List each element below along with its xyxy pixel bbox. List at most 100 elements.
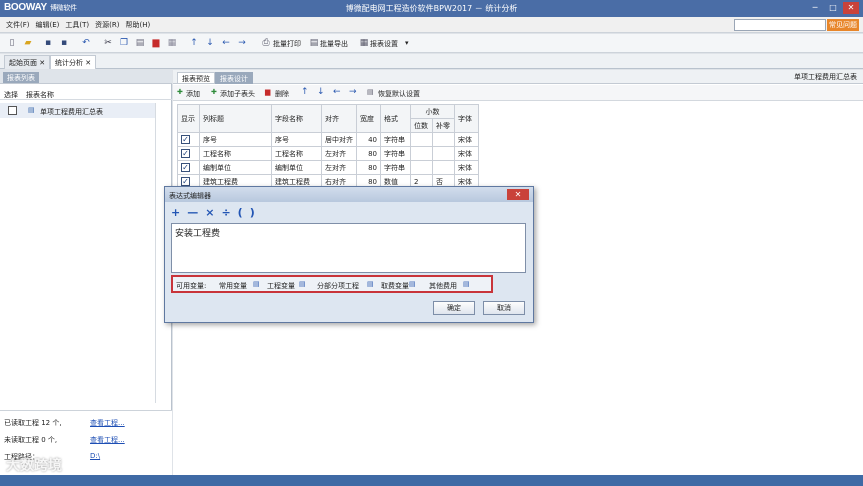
- delete-icon[interactable]: ▆: [150, 37, 162, 49]
- divide-operator-button[interactable]: ÷: [221, 206, 230, 219]
- var-other-icon[interactable]: ▤: [463, 280, 470, 288]
- ok-button[interactable]: 确定: [433, 301, 475, 315]
- cut-icon[interactable]: ✂: [102, 37, 114, 49]
- batch-print-button[interactable]: 批量打印: [273, 39, 301, 49]
- undo-icon[interactable]: ↶: [80, 37, 92, 49]
- var-subitem-button[interactable]: 分部分项工程: [317, 281, 359, 291]
- add-button[interactable]: 添加: [186, 89, 200, 99]
- cell-font[interactable]: 宋体: [454, 132, 479, 147]
- cell-align[interactable]: 左对齐: [321, 146, 357, 161]
- cell-pad[interactable]: [432, 146, 455, 161]
- cell-format[interactable]: 字符串: [380, 146, 411, 161]
- close-tab-icon[interactable]: ✕: [39, 59, 45, 67]
- save-icon[interactable]: ▪: [42, 37, 54, 49]
- show-checkbox[interactable]: ✓: [181, 177, 190, 186]
- dialog-title-bar[interactable]: 表达式编辑器 ✕: [165, 187, 533, 202]
- move-right-icon[interactable]: →: [349, 87, 357, 97]
- report-checkbox[interactable]: [8, 106, 17, 115]
- properties-icon[interactable]: ▦: [166, 37, 178, 49]
- move-up-icon[interactable]: ↑: [301, 87, 309, 97]
- paste-icon[interactable]: ▤: [134, 37, 146, 49]
- cell-field[interactable]: 编制单位: [271, 160, 322, 175]
- batch-export-button[interactable]: 批量导出: [320, 39, 348, 49]
- cell-digits[interactable]: [410, 132, 433, 147]
- cell-title[interactable]: 工程名称: [199, 146, 272, 161]
- show-checkbox[interactable]: ✓: [181, 163, 190, 172]
- cell-width[interactable]: 80: [356, 160, 381, 175]
- delete-row-icon[interactable]: ▆: [265, 88, 270, 96]
- add-icon[interactable]: ✚: [177, 88, 183, 96]
- cell-align[interactable]: 居中对齐: [321, 132, 357, 147]
- cell-digits[interactable]: [410, 160, 433, 175]
- path-value-link[interactable]: D:\: [90, 452, 100, 460]
- multiply-operator-button[interactable]: ×: [205, 206, 214, 219]
- cell-pad[interactable]: [432, 160, 455, 175]
- tab-report-list[interactable]: 报表列表: [3, 72, 39, 83]
- menu-tools[interactable]: 工具(T): [65, 20, 89, 30]
- menu-file[interactable]: 文件(F): [6, 20, 30, 30]
- menu-edit[interactable]: 编辑(E): [36, 20, 60, 30]
- view-read-link[interactable]: 查看工程...: [90, 418, 125, 428]
- move-right-icon[interactable]: →: [236, 37, 248, 49]
- cell-width[interactable]: 80: [356, 146, 381, 161]
- var-common-button[interactable]: 常用变量: [219, 281, 247, 291]
- search-input[interactable]: [734, 19, 826, 31]
- var-common-icon[interactable]: ▤: [253, 280, 260, 288]
- menu-help[interactable]: 帮助(H): [125, 20, 150, 30]
- move-down-icon[interactable]: ↓: [204, 37, 216, 49]
- close-paren-button[interactable]: ): [250, 206, 255, 219]
- tab-statistics[interactable]: 统计分析 ✕: [50, 55, 97, 69]
- maximize-button[interactable]: □: [825, 2, 841, 14]
- open-paren-button[interactable]: (: [238, 206, 243, 219]
- cell-field[interactable]: 序号: [271, 132, 322, 147]
- tab-report-preview[interactable]: 报表预览: [177, 72, 215, 84]
- var-fee-icon[interactable]: ▤: [409, 280, 416, 288]
- report-settings-button[interactable]: 报表设置: [370, 39, 398, 49]
- cell-pad[interactable]: [432, 132, 455, 147]
- add-child-icon[interactable]: ✚: [211, 88, 217, 96]
- cell-width[interactable]: 40: [356, 132, 381, 147]
- cell-title[interactable]: 编制单位: [199, 160, 272, 175]
- restore-default-button[interactable]: 恢复默认设置: [378, 89, 420, 99]
- dialog-close-button[interactable]: ✕: [507, 189, 529, 200]
- move-left-icon[interactable]: ←: [333, 87, 341, 97]
- show-checkbox[interactable]: ✓: [181, 135, 190, 144]
- new-file-icon[interactable]: ▯: [6, 37, 18, 49]
- print-icon[interactable]: ⎙: [260, 37, 272, 49]
- cell-format[interactable]: 字符串: [380, 160, 411, 175]
- table-row[interactable]: ✓ 工程名称 工程名称 左对齐 80 字符串 宋体: [177, 146, 479, 161]
- restore-icon[interactable]: ▤: [367, 88, 374, 96]
- cell-field[interactable]: 工程名称: [271, 146, 322, 161]
- cell-align[interactable]: 左对齐: [321, 160, 357, 175]
- cell-format[interactable]: 字符串: [380, 132, 411, 147]
- table-row[interactable]: ✓ 序号 序号 居中对齐 40 字符串 宋体: [177, 132, 479, 147]
- list-item[interactable]: ▤ 单项工程费用汇总表: [0, 103, 156, 118]
- plus-operator-button[interactable]: +: [171, 206, 180, 219]
- add-child-header-button[interactable]: 添加子表头: [220, 89, 255, 99]
- view-unread-link[interactable]: 查看工程...: [90, 435, 125, 445]
- dropdown-arrow-icon[interactable]: ▾: [405, 39, 409, 47]
- minimize-button[interactable]: ─: [807, 2, 823, 14]
- show-checkbox[interactable]: ✓: [181, 149, 190, 158]
- cell-title[interactable]: 序号: [199, 132, 272, 147]
- delete-button[interactable]: 删除: [275, 89, 289, 99]
- copy-icon[interactable]: ❐: [118, 37, 130, 49]
- move-up-icon[interactable]: ↑: [188, 37, 200, 49]
- var-subitem-icon[interactable]: ▤: [367, 280, 374, 288]
- tab-start-page[interactable]: 起始页面 ✕: [4, 55, 51, 69]
- var-project-button[interactable]: 工程变量: [267, 281, 295, 291]
- menu-resources[interactable]: 资源(R): [95, 20, 119, 30]
- open-folder-icon[interactable]: ▰: [22, 37, 34, 49]
- move-down-icon[interactable]: ↓: [317, 87, 325, 97]
- cell-font[interactable]: 宋体: [454, 146, 479, 161]
- save-all-icon[interactable]: ▪: [58, 37, 70, 49]
- var-fee-button[interactable]: 取费变量: [381, 281, 409, 291]
- faq-button[interactable]: 常见问题: [827, 19, 859, 31]
- move-left-icon[interactable]: ←: [220, 37, 232, 49]
- report-settings-icon[interactable]: ▦: [358, 37, 370, 49]
- var-other-button[interactable]: 其他费用: [429, 281, 457, 291]
- close-window-button[interactable]: ✕: [843, 2, 859, 14]
- close-tab-icon[interactable]: ✕: [85, 59, 91, 67]
- expression-textarea[interactable]: 安装工程费: [171, 223, 526, 273]
- cell-font[interactable]: 宋体: [454, 160, 479, 175]
